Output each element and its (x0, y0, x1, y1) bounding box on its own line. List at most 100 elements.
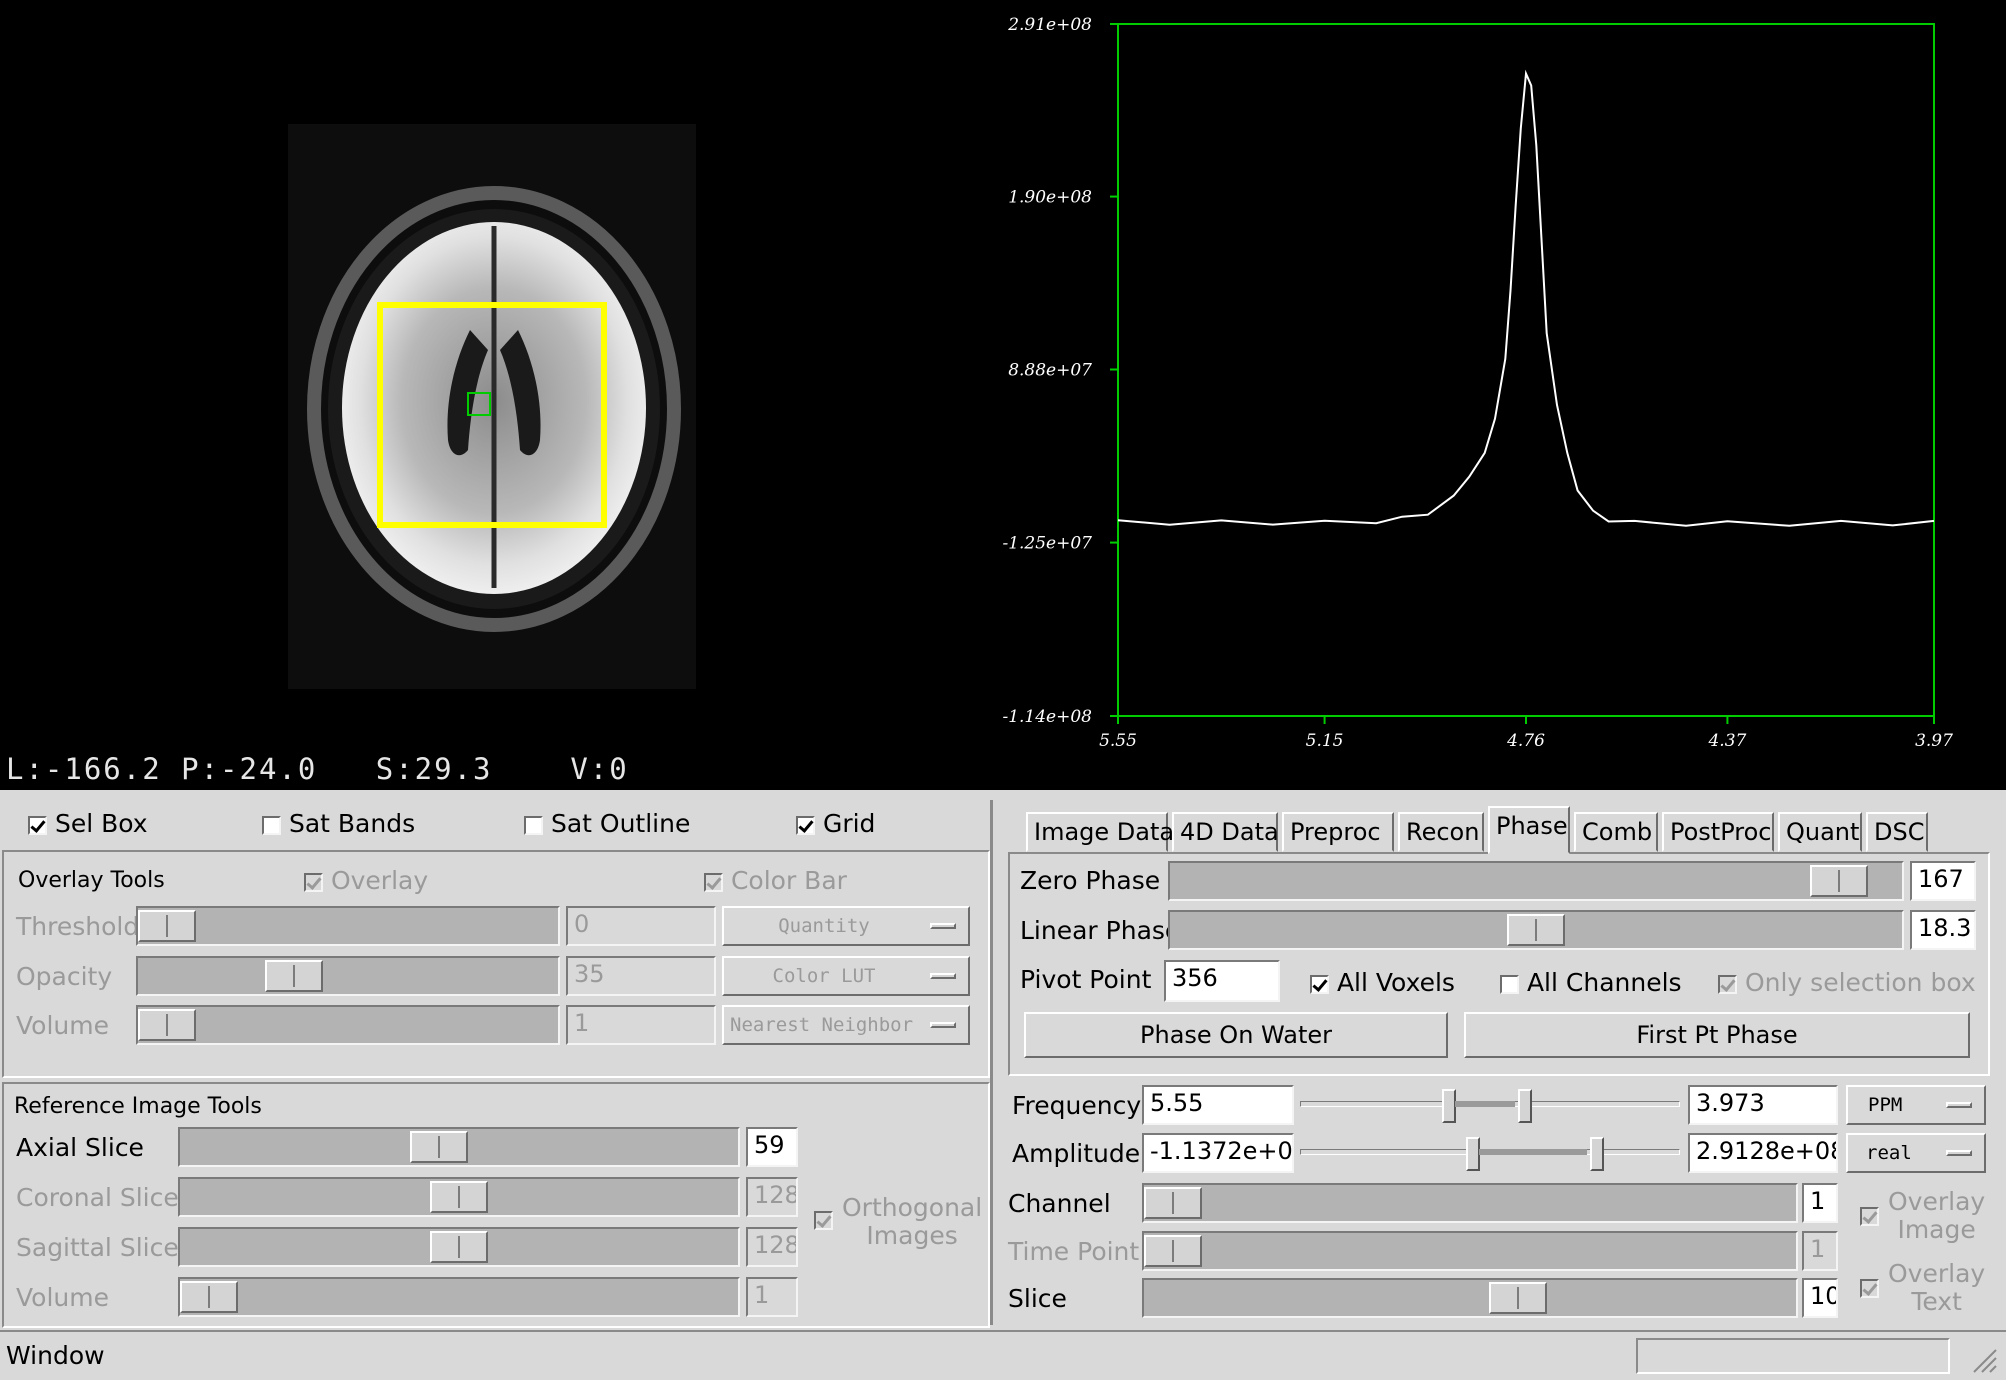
axial-slice-value[interactable]: 59 (746, 1127, 798, 1167)
menu-indicator-icon (1946, 1150, 1972, 1156)
all-voxels-toggle[interactable]: All Voxels (1310, 968, 1455, 997)
sel-box-checkbox[interactable] (28, 815, 47, 835)
sat-bands-checkbox[interactable] (262, 815, 281, 835)
channel-slider-thumb[interactable] (1144, 1187, 1202, 1219)
spectrum-trace (1117, 69, 1935, 527)
reference-volume-slider-thumb[interactable] (180, 1281, 238, 1313)
orthogonal-label-line-2: Images (866, 1221, 958, 1250)
channel-value[interactable]: 1 (1802, 1183, 1838, 1223)
overlay-volume-slider[interactable] (136, 1005, 560, 1045)
tab-dsc[interactable]: DSC (1866, 812, 1928, 852)
amplitude-range-slider[interactable] (1298, 1133, 1682, 1173)
frequency-unit-menu[interactable]: PPM (1846, 1085, 1986, 1125)
sel-box-toggle[interactable]: Sel Box (28, 809, 148, 838)
tab-image-data[interactable]: Image Data (1026, 812, 1174, 852)
menu-indicator-icon (930, 973, 956, 979)
time-point-label: Time Point (1008, 1237, 1140, 1266)
amplitude-range-max-handle[interactable] (1590, 1137, 1604, 1171)
grid-label: Grid (822, 809, 876, 838)
tab-preproc[interactable]: Preproc (1282, 812, 1394, 852)
coronal-slice-slider[interactable] (178, 1177, 740, 1217)
frequency-range-slider[interactable] (1298, 1085, 1682, 1125)
time-point-slider-thumb[interactable] (1144, 1235, 1202, 1267)
opacity-label: Opacity (16, 962, 113, 991)
linear-phase-slider-thumb[interactable] (1507, 914, 1565, 946)
interpolation-menu[interactable]: Nearest Neighbor (722, 1005, 970, 1045)
sat-bands-toggle[interactable]: Sat Bands (262, 809, 415, 838)
axial-slice-slider-thumb[interactable] (410, 1131, 468, 1163)
time-point-value: 1 (1802, 1231, 1838, 1271)
orthogonal-images-toggle (814, 1210, 833, 1230)
zero-phase-value[interactable]: 167 (1910, 861, 1976, 901)
threshold-value: 0 (566, 906, 716, 946)
opacity-slider-thumb[interactable] (265, 960, 323, 992)
amplitude-min-field[interactable]: -1.1372e+08 (1142, 1133, 1294, 1173)
x-tick-label: 4.76 (1506, 731, 1545, 751)
sagittal-slice-value: 128 (746, 1227, 798, 1267)
all-channels-toggle[interactable]: All Channels (1500, 968, 1682, 997)
phase-on-water-button[interactable]: Phase On Water (1024, 1012, 1448, 1058)
image-viewer[interactable]: 2.91e+08 1.90e+08 8.88e+07 -1.25e+07 -1.14e+… (0, 0, 2006, 790)
amplitude-mode-menu[interactable]: real (1846, 1133, 1986, 1173)
quantity-menu[interactable]: Quantity (722, 906, 970, 946)
amplitude-label: Amplitude (1012, 1139, 1141, 1168)
slice-label: Slice (1008, 1284, 1067, 1313)
tab-recon[interactable]: Recon (1398, 812, 1484, 852)
sat-outline-toggle[interactable]: Sat Outline (524, 809, 690, 838)
time-point-slider[interactable] (1142, 1231, 1798, 1271)
coronal-slice-slider-thumb[interactable] (430, 1181, 488, 1213)
zero-phase-slider-thumb[interactable] (1810, 865, 1868, 897)
grid-toggle[interactable]: Grid (796, 809, 875, 838)
sat-bands-label: Sat Bands (288, 809, 416, 838)
slice-slider-thumb[interactable] (1489, 1282, 1547, 1314)
overlay-text-toggle (1860, 1278, 1879, 1298)
linear-phase-value[interactable]: 18.3 (1910, 910, 1976, 950)
slice-value[interactable]: 10 (1802, 1278, 1838, 1318)
reference-volume-value: 1 (746, 1277, 798, 1317)
axial-slice-label: Axial Slice (16, 1133, 144, 1162)
amplitude-max-field[interactable]: 2.9128e+08 (1688, 1133, 1838, 1173)
sat-outline-checkbox[interactable] (524, 815, 543, 835)
resize-grip-icon[interactable] (1968, 1344, 1998, 1374)
all-voxels-checkbox[interactable] (1310, 974, 1329, 994)
tab-phase[interactable]: Phase (1488, 806, 1570, 854)
zero-phase-slider[interactable] (1168, 861, 1904, 901)
tab-4d-data[interactable]: 4D Data (1172, 812, 1279, 852)
axial-slice-slider[interactable] (178, 1127, 740, 1167)
frequency-range-max-handle[interactable] (1518, 1089, 1532, 1123)
threshold-label: Threshold (16, 912, 140, 941)
frequency-max-field[interactable]: 3.973 (1688, 1085, 1838, 1125)
sat-outline-label: Sat Outline (550, 809, 691, 838)
amplitude-range-min-handle[interactable] (1466, 1137, 1480, 1171)
reference-volume-slider[interactable] (178, 1277, 740, 1317)
color-lut-menu-label: Color LUT (772, 965, 876, 987)
overlay-image-line-2: Image (1897, 1215, 1976, 1244)
overlay-volume-slider-thumb[interactable] (138, 1009, 196, 1041)
pivot-point-field[interactable]: 356 (1164, 960, 1280, 1002)
frequency-min-field[interactable]: 5.55 (1142, 1085, 1294, 1125)
tab-quant[interactable]: Quant (1778, 812, 1862, 852)
only-selection-box-label: Only selection box (1744, 968, 1976, 997)
channel-slider[interactable] (1142, 1183, 1798, 1223)
opacity-slider[interactable] (136, 956, 560, 996)
linear-phase-slider[interactable] (1168, 910, 1904, 950)
tab-postproc[interactable]: PostProc (1662, 812, 1774, 852)
interpolation-menu-label: Nearest Neighbor (730, 1014, 914, 1036)
sagittal-slice-slider[interactable] (178, 1227, 740, 1267)
tab-comb[interactable]: Comb (1574, 812, 1658, 852)
sel-box-label: Sel Box (54, 809, 148, 838)
first-pt-phase-button[interactable]: First Pt Phase (1464, 1012, 1970, 1058)
y-tick-label: -1.14e+08 (1002, 707, 1092, 727)
threshold-slider-thumb[interactable] (138, 910, 196, 942)
sagittal-slice-slider-thumb[interactable] (430, 1231, 488, 1263)
color-lut-menu[interactable]: Color LUT (722, 956, 970, 996)
overlay-image-line-1: Overlay (1888, 1187, 1986, 1216)
y-tick-label: -1.25e+07 (1002, 534, 1092, 554)
overlay-text-label: Overlay Text (1888, 1260, 1985, 1316)
zero-phase-label: Zero Phase (1020, 866, 1161, 895)
grid-checkbox[interactable] (796, 815, 815, 835)
slice-slider[interactable] (1142, 1278, 1798, 1318)
frequency-range-min-handle[interactable] (1442, 1089, 1456, 1123)
threshold-slider[interactable] (136, 906, 560, 946)
all-channels-checkbox[interactable] (1500, 974, 1519, 994)
